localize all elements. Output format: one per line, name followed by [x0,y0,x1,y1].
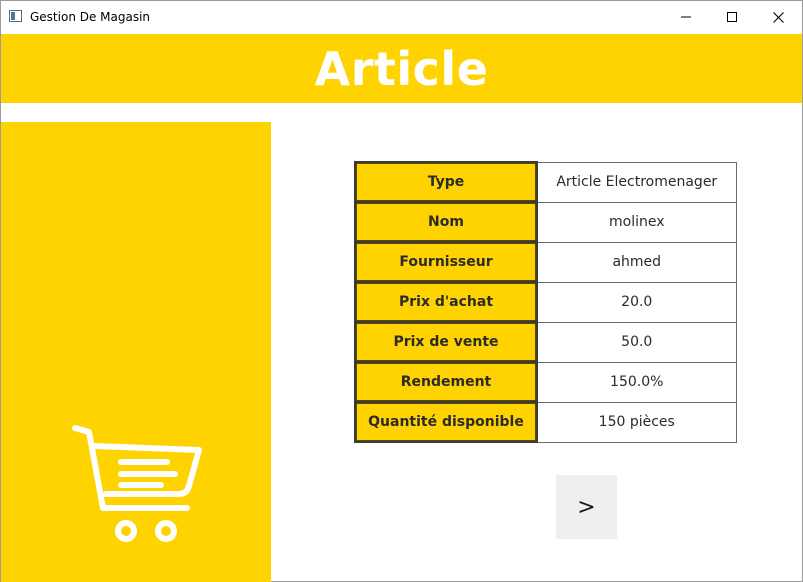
value-prix-achat: 20.0 [536,281,737,323]
label-rendement: Rendement [354,361,538,403]
table-row: Prix de vente 50.0 [354,321,737,363]
table-row: Type Article Electromenager [354,161,737,203]
side-panel [1,122,271,582]
app-window-icon [9,10,22,22]
next-button[interactable]: > [556,475,617,539]
table-row: Prix d'achat 20.0 [354,281,737,323]
table-row: Quantité disponible 150 pièces [354,401,737,443]
value-nom: molinex [536,201,737,243]
minimize-button[interactable] [663,2,709,32]
close-button[interactable] [755,2,801,32]
window-title: Gestion De Magasin [30,10,151,24]
label-type: Type [354,161,538,203]
value-type: Article Electromenager [536,161,737,203]
label-nom: Nom [354,201,538,243]
label-fournisseur: Fournisseur [354,241,538,283]
title-bar[interactable]: Gestion De Magasin [1,1,802,32]
maximize-button[interactable] [709,2,755,32]
maximize-icon [727,12,737,22]
minimize-icon [681,16,691,18]
shopping-cart-icon [72,425,202,542]
article-details-table: Type Article Electromenager Nom molinex … [354,161,737,443]
table-row: Rendement 150.0% [354,361,737,403]
close-icon [772,11,784,23]
value-quantite: 150 pièces [536,401,737,443]
label-prix-achat: Prix d'achat [354,281,538,323]
value-prix-vente: 50.0 [536,321,737,363]
value-fournisseur: ahmed [536,241,737,283]
page-header: Article [1,34,802,103]
table-row: Fournisseur ahmed [354,241,737,283]
table-row: Nom molinex [354,201,737,243]
label-prix-vente: Prix de vente [354,321,538,363]
label-quantite: Quantité disponible [354,401,538,443]
value-rendement: 150.0% [536,361,737,403]
page-title: Article [314,41,489,96]
